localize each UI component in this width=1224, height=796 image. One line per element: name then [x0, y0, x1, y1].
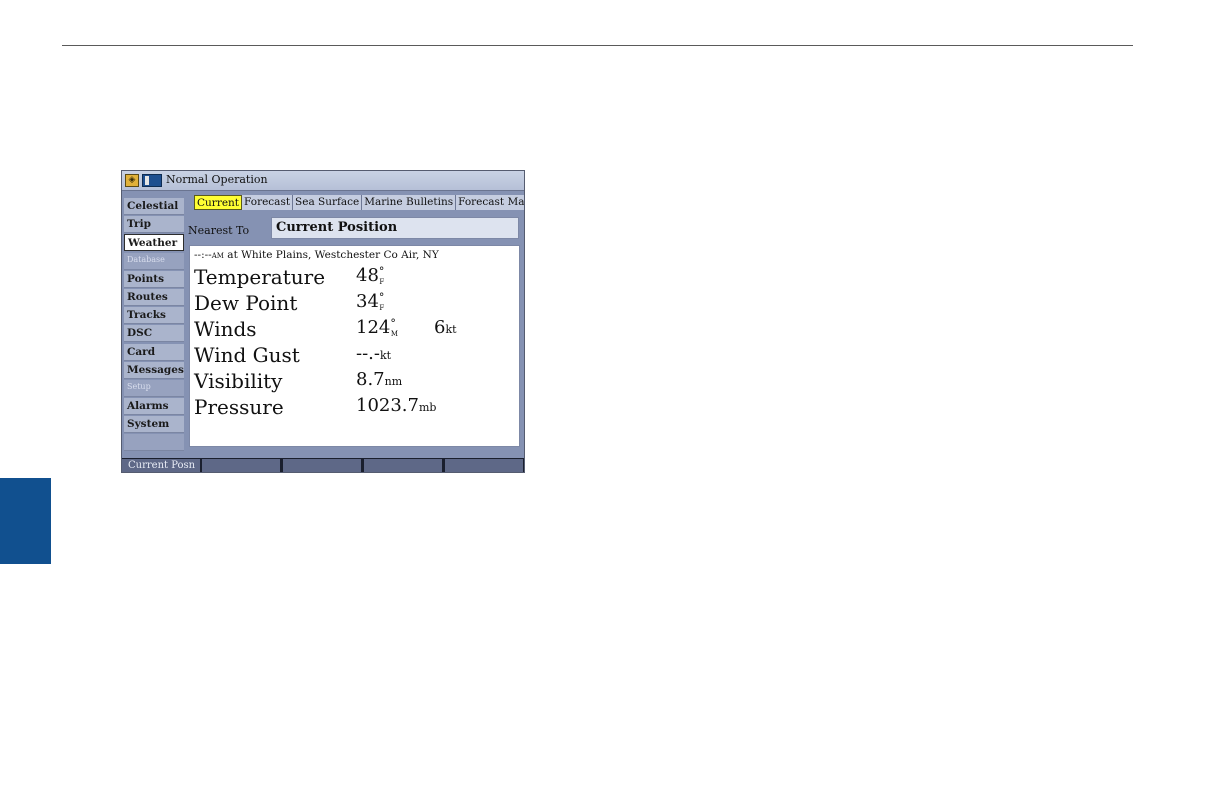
- visibility-label: Visibility: [194, 369, 283, 393]
- sidebar-item-tracks[interactable]: Tracks: [124, 307, 184, 325]
- sidebar-item-database[interactable]: Database: [124, 252, 184, 270]
- sidebar-item-weather[interactable]: Weather: [124, 234, 184, 252]
- observation-ampm: AM: [211, 252, 224, 260]
- sidebar-item-celestial[interactable]: Celestial: [124, 198, 184, 215]
- compass-icon: ◈: [125, 174, 139, 187]
- tab-current[interactable]: Current: [194, 195, 243, 210]
- sidebar-item-dsc[interactable]: DSC: [124, 325, 184, 343]
- visibility-row: Visibility 8.7nm: [194, 369, 514, 395]
- pressure-value: 1023.7mb: [356, 395, 437, 416]
- window-title: Normal Operation: [166, 173, 268, 186]
- device-screen: ◈ Normal Operation Celestial Trip Weathe…: [121, 170, 525, 473]
- observation-time: --:--: [194, 249, 212, 261]
- dew-point-label: Dew Point: [194, 291, 298, 315]
- pressure-label: Pressure: [194, 395, 284, 419]
- sidebar-item-routes[interactable]: Routes: [124, 288, 184, 306]
- nearest-to-field[interactable]: Current Position: [271, 217, 519, 239]
- tab-forecast[interactable]: Forecast: [242, 195, 294, 210]
- pressure-row: Pressure 1023.7mb: [194, 395, 514, 421]
- chapter-side-tab: [0, 478, 51, 564]
- tab-sea-surface[interactable]: Sea Surface: [293, 195, 363, 210]
- dew-point-value: 34°F: [356, 291, 385, 312]
- top-rule: [62, 45, 1133, 46]
- temperature-label: Temperature: [194, 265, 326, 289]
- sidebar-item-trip[interactable]: Trip: [124, 216, 184, 234]
- title-bar: ◈ Normal Operation: [122, 171, 524, 191]
- visibility-value: 8.7nm: [356, 369, 403, 390]
- softkey-current-posn[interactable]: Current Posn: [122, 459, 201, 472]
- softkey-2[interactable]: [202, 459, 281, 472]
- winds-row: Winds 124°M 6kt: [194, 317, 514, 343]
- softkey-bar: Current Posn: [122, 458, 524, 472]
- gps-status-icon: [142, 174, 162, 187]
- sidebar-item-empty: [124, 434, 184, 452]
- sidebar-item-messages[interactable]: Messages: [124, 361, 184, 379]
- sidebar-item-points[interactable]: Points: [124, 270, 184, 288]
- wind-gust-row: Wind Gust --.-kt: [194, 343, 514, 369]
- tab-forecast-map[interactable]: Forecast Map: [456, 195, 524, 210]
- temperature-row: Temperature 48°F: [194, 265, 514, 291]
- softkey-3[interactable]: [283, 459, 362, 472]
- wind-gust-label: Wind Gust: [194, 343, 300, 367]
- winds-speed-value: 6kt: [434, 317, 457, 338]
- winds-direction-value: 124°M: [356, 317, 399, 338]
- sidebar-item-system[interactable]: System: [124, 416, 184, 434]
- observation-panel: --:--AM at White Plains, Westchester Co …: [189, 245, 520, 447]
- wind-gust-value: --.-kt: [356, 343, 392, 364]
- sidebar-item-card[interactable]: Card: [124, 343, 184, 361]
- sidebar-item-alarms[interactable]: Alarms: [124, 398, 184, 416]
- winds-label: Winds: [194, 317, 257, 341]
- softkey-5[interactable]: [445, 459, 524, 472]
- softkey-4[interactable]: [364, 459, 443, 472]
- dew-point-row: Dew Point 34°F: [194, 291, 514, 317]
- observation-location: at White Plains, Westchester Co Air, NY: [223, 249, 439, 261]
- sidebar: Celestial Trip Weather Database Points R…: [124, 198, 184, 453]
- weather-pane: Current Forecast Sea Surface Marine Bulleti…: [184, 190, 524, 456]
- tab-strip: Current Forecast Sea Surface Marine Bulleti…: [194, 195, 524, 211]
- observation-header: --:--AM at White Plains, Westchester Co …: [194, 249, 439, 261]
- temperature-value: 48°F: [356, 265, 385, 286]
- sidebar-item-setup[interactable]: Setup: [124, 379, 184, 397]
- nearest-to-label: Nearest To: [188, 224, 250, 237]
- tab-marine-bulletins[interactable]: Marine Bulletins: [362, 195, 457, 210]
